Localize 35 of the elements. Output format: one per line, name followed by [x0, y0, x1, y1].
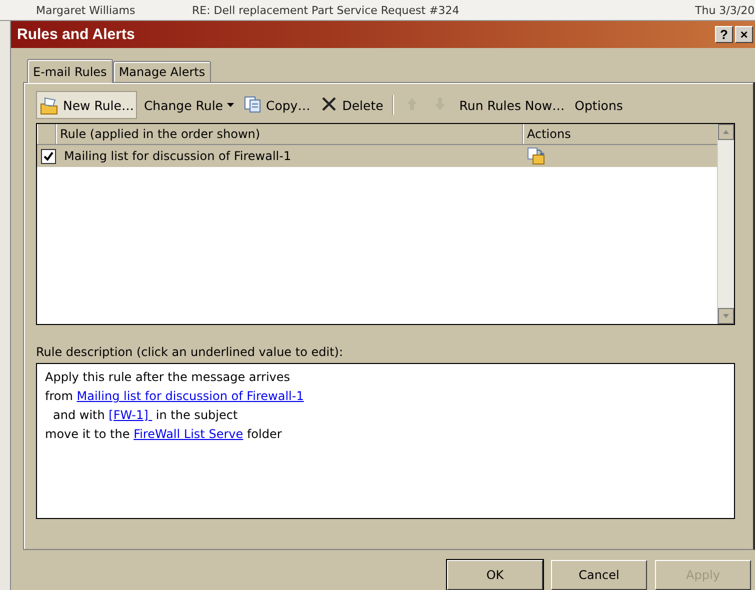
window-title: Rules and Alerts — [17, 26, 136, 43]
link[interactable]: [FW-1] — [108, 408, 152, 422]
toolbar-button[interactable]: Run Rules Now… — [456, 94, 568, 116]
close-button[interactable]: × — [735, 26, 753, 43]
description-label: Rule description (click an underlined value to edit): — [36, 345, 344, 361]
toolbar-button[interactable]: Options — [572, 94, 626, 116]
subject-text: RE: Dell replacement Part Service Request #324 — [192, 4, 460, 16]
scrollbar[interactable] — [717, 124, 734, 324]
sender-text: Margaret Williams — [36, 4, 136, 16]
toolbar-button[interactable]: Change Rule — [140, 94, 237, 116]
link[interactable]: Mailing list for discussion of Firewall-1 — [76, 389, 304, 403]
link[interactable]: FireWall List Serve — [134, 427, 244, 441]
checkbox[interactable] — [41, 148, 56, 164]
scroll-down-icon — [718, 308, 734, 324]
toolbar-button[interactable]: New Rule… — [36, 91, 137, 119]
toolbar-button[interactable]: Copy… — [241, 91, 314, 119]
column-header — [37, 124, 56, 144]
toolbar-button[interactable]: Delete — [317, 91, 386, 119]
column-header[interactable]: Actions — [523, 124, 717, 144]
help-button[interactable]: ? — [715, 26, 733, 43]
dialog-button[interactable]: OK — [447, 560, 543, 590]
dialog-button[interactable]: Cancel — [551, 560, 647, 590]
rule-row[interactable]: Mailing list for discussion of Firewall-1 — [37, 145, 717, 167]
tab[interactable]: E-mail Rules — [27, 59, 113, 83]
date-text: Thu 3/3/20 — [695, 4, 755, 16]
description-line: Apply this rule after the message arrives — [45, 369, 292, 386]
description-line: and with [FW-1] in the subject — [52, 407, 239, 424]
description-line: from Mailing list for discussion of Firewall-1 — [45, 388, 305, 405]
rule-name: Mailing list for discussion of Firewall-1 — [64, 149, 292, 163]
tab[interactable]: Manage Alerts — [112, 61, 212, 82]
copy-icon — [244, 95, 262, 115]
folder-icon — [39, 95, 59, 115]
column-header[interactable]: Rule (applied in the order shown) — [56, 124, 523, 144]
description-line: move it to the FireWall List Serve folder — [45, 426, 283, 443]
move-to-folder-icon — [527, 147, 545, 165]
